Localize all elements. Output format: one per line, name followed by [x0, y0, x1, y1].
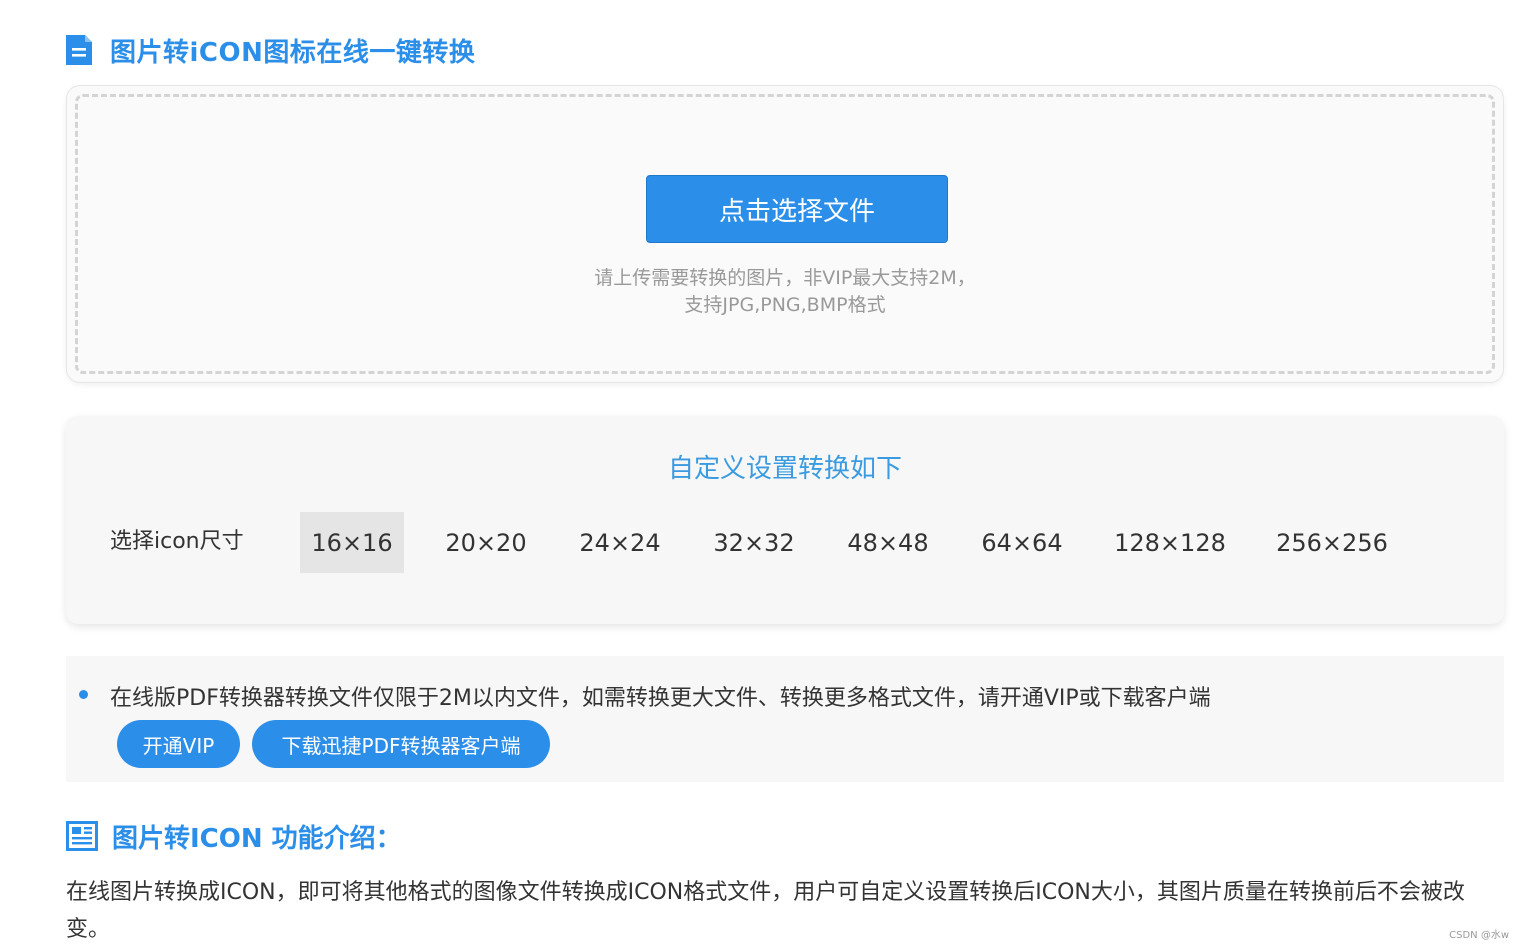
notice-panel: 在线版PDF转换器转换文件仅限于2M以内文件，如需转换更大文件、转换更多格式文件…	[66, 656, 1504, 782]
newspaper-icon	[66, 821, 98, 851]
page: 图片转iCON图标在线一键转换 点击选择文件 请上传需要转换的图片，非VIP最大…	[0, 0, 1523, 949]
size-option-24[interactable]: 24×24	[568, 512, 672, 573]
settings-panel: 自定义设置转换如下 选择icon尺寸 16×16 20×20 24×24 32×…	[66, 416, 1504, 624]
bullet-dot-icon	[79, 690, 88, 699]
notice-text: 在线版PDF转换器转换文件仅限于2M以内文件，如需转换更大文件、转换更多格式文件…	[110, 686, 1211, 711]
page-title: 图片转iCON图标在线一键转换	[110, 37, 476, 68]
watermark: CSDN @水w	[1449, 930, 1509, 941]
upload-dropzone[interactable]: 点击选择文件 请上传需要转换的图片，非VIP最大支持2M， 支持JPG,PNG,…	[75, 94, 1495, 374]
page-header: 图片转iCON图标在线一键转换	[66, 30, 475, 70]
intro-title: 图片转ICON 功能介绍：	[112, 823, 402, 854]
document-icon	[66, 35, 92, 65]
size-label: 选择icon尺寸	[110, 529, 244, 554]
size-option-20[interactable]: 20×20	[434, 512, 538, 573]
upload-hint-line-2: 支持JPG,PNG,BMP格式	[684, 294, 886, 316]
size-option-128[interactable]: 128×128	[1104, 512, 1236, 573]
upload-panel: 点击选择文件 请上传需要转换的图片，非VIP最大支持2M， 支持JPG,PNG,…	[66, 85, 1504, 383]
size-option-16[interactable]: 16×16	[300, 512, 404, 573]
size-option-256[interactable]: 256×256	[1266, 512, 1398, 573]
upload-hint-line-1: 请上传需要转换的图片，非VIP最大支持2M，	[594, 267, 976, 289]
download-client-button[interactable]: 下载迅捷PDF转换器客户端	[252, 720, 550, 768]
intro-body: 在线图片转换成ICON，即可将其他格式的图像文件转换成ICON格式文件，用户可自…	[66, 880, 1465, 942]
choose-file-button[interactable]: 点击选择文件	[646, 175, 948, 243]
open-vip-button[interactable]: 开通VIP	[117, 720, 240, 768]
settings-title: 自定义设置转换如下	[667, 454, 902, 484]
intro-header: 图片转ICON 功能介绍：	[66, 816, 402, 856]
size-option-32[interactable]: 32×32	[702, 512, 806, 573]
upload-hint: 请上传需要转换的图片，非VIP最大支持2M， 支持JPG,PNG,BMP格式	[78, 265, 1492, 319]
size-option-48[interactable]: 48×48	[836, 512, 940, 573]
size-option-64[interactable]: 64×64	[970, 512, 1074, 573]
